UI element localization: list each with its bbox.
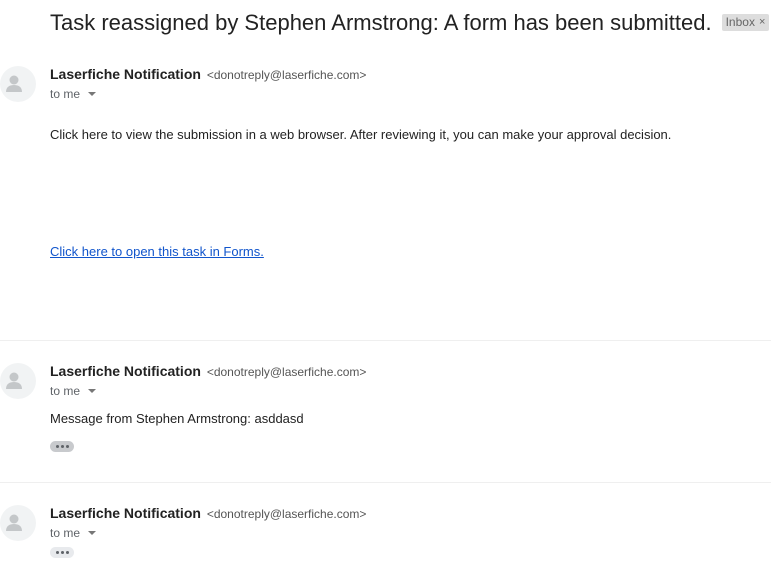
sender-avatar[interactable] — [0, 66, 36, 102]
sender-email: <donotreply@laserfiche.com> — [206, 68, 367, 82]
sender-email: <donotreply@laserfiche.com> — [206, 365, 367, 379]
caret-down-icon[interactable] — [88, 531, 97, 535]
sender-line: Laserfiche Notification <donotreply@lase… — [50, 363, 366, 379]
sender-name[interactable]: Laserfiche Notification — [50, 363, 201, 379]
message-body-text: Click here to view the submission in a w… — [50, 127, 672, 142]
subject-row: Task reassigned by Stephen Armstrong: A … — [50, 8, 771, 38]
sender-line: Laserfiche Notification <donotreply@lase… — [50, 66, 366, 82]
recipients-label: to me — [50, 87, 81, 101]
message-divider — [0, 482, 771, 483]
inbox-label-text: Inbox — [725, 15, 755, 29]
caret-down-icon[interactable] — [88, 389, 97, 393]
sender-avatar[interactable] — [0, 363, 36, 399]
recipients-toggle[interactable]: to me — [50, 384, 97, 398]
thread-subject: Task reassigned by Stephen Armstrong: A … — [50, 10, 712, 35]
inbox-label-chip[interactable]: Inbox × — [721, 13, 770, 31]
message-divider — [0, 340, 771, 341]
sender-name[interactable]: Laserfiche Notification — [50, 505, 201, 521]
remove-label-icon[interactable]: × — [759, 16, 765, 28]
email-thread-view: Task reassigned by Stephen Armstrong: A … — [0, 0, 771, 583]
more-horizontal-icon[interactable] — [50, 547, 74, 558]
sender-email: <donotreply@laserfiche.com> — [206, 507, 367, 521]
sender-avatar[interactable] — [0, 505, 36, 541]
recipients-toggle[interactable]: to me — [50, 87, 97, 101]
recipients-toggle[interactable]: to me — [50, 526, 97, 540]
person-silhouette-icon — [6, 514, 22, 531]
recipients-label: to me — [50, 384, 81, 398]
caret-down-icon[interactable] — [88, 92, 97, 96]
sender-name[interactable]: Laserfiche Notification — [50, 66, 201, 82]
person-silhouette-icon — [6, 372, 22, 389]
sender-line: Laserfiche Notification <donotreply@lase… — [50, 505, 366, 521]
person-silhouette-icon — [6, 75, 22, 92]
more-horizontal-icon[interactable] — [50, 441, 74, 452]
open-task-link[interactable]: Click here to open this task in Forms. — [50, 244, 264, 259]
message-body-text: Message from Stephen Armstrong: asddasd — [50, 411, 304, 426]
recipients-label: to me — [50, 526, 81, 540]
